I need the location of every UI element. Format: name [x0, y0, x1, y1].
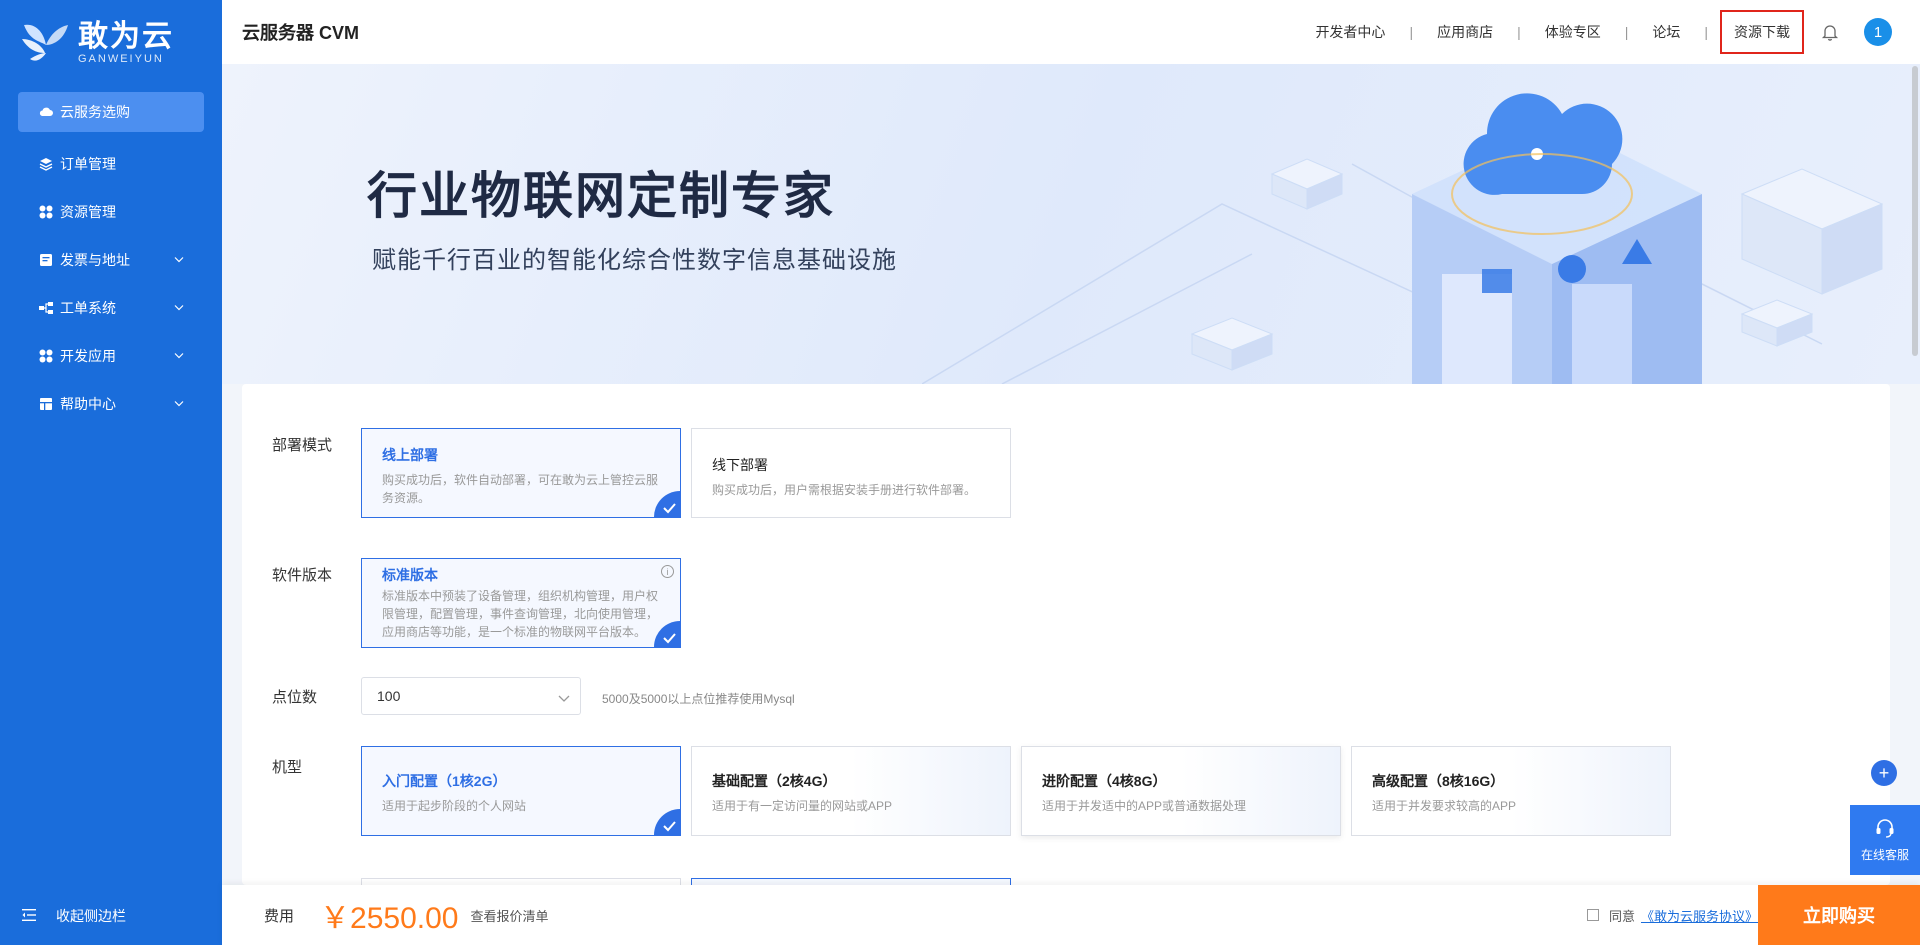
sidebar-nav: 云服务选购 订单管理 资源管理 发票与地址 工单系统 开发应用 帮助中心 [0, 92, 222, 428]
machine-option-entry[interactable]: 入门配置（1核2G） 适用于起步阶段的个人网站 [361, 746, 681, 836]
deploy-mode-label: 部署模式 [272, 437, 333, 454]
option-desc: 适用于有一定访问量的网站或APP [712, 799, 893, 813]
check-corner-icon [654, 621, 680, 647]
nav-experience-zone[interactable]: 体验专区 [1521, 22, 1625, 42]
points-select[interactable]: 100 [361, 677, 581, 715]
total-price: ￥2550.00 [320, 902, 459, 935]
check-corner-icon [654, 809, 680, 835]
deploy-option-offline[interactable]: 线下部署 购买成功后，用户需根据安装手册进行软件部署。 [691, 428, 1011, 518]
float-plus-button[interactable]: + [1871, 760, 1897, 786]
option-title: 基础配置（2核4G） [712, 773, 837, 789]
promo-banner: 行业物联网定制专家 赋能千行百业的智能化综合性数字信息基础设施 [222, 64, 1920, 384]
machine-option-premium[interactable]: 高级配置（8核16G） 适用于并发要求较高的APP [1351, 746, 1671, 836]
server-cloud-illustration [922, 93, 1884, 384]
option-title: 进阶配置（4核8G） [1042, 773, 1167, 789]
menu-fold-icon [22, 908, 36, 924]
sidebar-item-tickets[interactable]: 工单系统 [0, 284, 222, 332]
chevron-down-icon [174, 399, 184, 410]
purchase-bar: 费用 ￥2550.00 查看报价清单 同意 《敢为云服务协议》 立即购买 [222, 885, 1920, 945]
tree-icon [38, 300, 54, 316]
nav-developer-center[interactable]: 开发者中心 [1291, 22, 1409, 42]
nav-forum[interactable]: 论坛 [1628, 22, 1704, 42]
brand-name-en: GANWEIYUN [78, 52, 164, 65]
sidebar-item-label: 资源管理 [60, 204, 116, 220]
invoice-icon [38, 252, 54, 268]
collapse-sidebar-label: 收起侧边栏 [56, 908, 126, 924]
headset-icon [1874, 817, 1896, 842]
sidebar-item-help[interactable]: 帮助中心 [0, 380, 222, 428]
sidebar-item-label: 订单管理 [60, 156, 116, 172]
machine-label: 机型 [272, 759, 303, 776]
sidebar-item-cloud-purchase[interactable]: 云服务选购 [18, 92, 204, 132]
option-desc: 适用于起步阶段的个人网站 [382, 799, 527, 813]
sidebar-item-resources[interactable]: 资源管理 [0, 188, 222, 236]
banner-title: 行业物联网定制专家 [367, 168, 835, 224]
bell-icon[interactable] [1820, 22, 1840, 42]
option-title: 标准版本 [382, 567, 438, 583]
sidebar: 敢为云 GANWEIYUN 云服务选购 订单管理 资源管理 发票与地址 工单系统 [0, 0, 222, 945]
points-select-value: 100 [377, 688, 401, 704]
option-title: 线下部署 [712, 457, 768, 473]
cloud-icon [38, 104, 54, 120]
sidebar-item-label: 帮助中心 [60, 396, 116, 412]
sidebar-item-label: 云服务选购 [60, 104, 130, 120]
brand-logo[interactable]: 敢为云 GANWEIYUN [0, 0, 222, 85]
collapse-sidebar-button[interactable]: 收起侧边栏 [0, 887, 222, 945]
sidebar-item-orders[interactable]: 订单管理 [0, 140, 222, 188]
software-version-label: 软件版本 [272, 567, 333, 584]
nav-resource-download[interactable]: 资源下载 [1720, 10, 1804, 54]
points-hint: 5000及5000以上点位推荐使用Mysql [602, 692, 795, 706]
version-option-standard[interactable]: 标准版本 标准版本中预装了设备管理，组织机构管理，用户权限管理，配置管理，事件查… [361, 558, 681, 648]
chevron-down-icon [174, 255, 184, 266]
brand-name: 敢为云 [78, 19, 174, 53]
option-desc: 购买成功后，用户需根据安装手册进行软件部署。 [712, 483, 977, 497]
top-nav: 开发者中心 | 应用商店 | 体验专区 | 论坛 | 资源下载 1 [1291, 0, 1900, 64]
page-title: 云服务器 CVM [242, 23, 359, 43]
butterfly-logo-icon [20, 19, 72, 67]
info-icon[interactable]: i [661, 565, 674, 578]
sidebar-item-label: 发票与地址 [60, 252, 130, 268]
top-header: 云服务器 CVM 开发者中心 | 应用商店 | 体验专区 | 论坛 | 资源下载… [222, 0, 1920, 64]
option-desc: 适用于并发要求较高的APP [1372, 799, 1517, 813]
fee-label: 费用 [264, 907, 295, 925]
sidebar-item-dev-apps[interactable]: 开发应用 [0, 332, 222, 380]
service-agreement-link[interactable]: 《敢为云服务协议》 [1641, 906, 1758, 925]
chevron-down-icon [174, 303, 184, 314]
next-row-option-right[interactable] [691, 878, 1011, 885]
chevron-down-icon [174, 351, 184, 362]
chevron-down-icon [558, 690, 570, 706]
option-title: 入门配置（1核2G） [382, 773, 507, 789]
option-desc: 购买成功后，软件自动部署，可在敢为云上管控云服务资源。 [382, 473, 659, 505]
sidebar-item-invoice[interactable]: 发票与地址 [0, 236, 222, 284]
agree-prefix: 同意 [1608, 908, 1635, 924]
option-desc: 标准版本中预装了设备管理，组织机构管理，用户权限管理，配置管理，事件查询管理，北… [382, 589, 659, 639]
deploy-option-online[interactable]: 线上部署 购买成功后，软件自动部署，可在敢为云上管控云服务资源。 [361, 428, 681, 518]
banner-subtitle: 赋能千行百业的智能化综合性数字信息基础设施 [372, 247, 897, 274]
layers-icon [38, 156, 54, 172]
option-desc: 适用于并发适中的APP或普通数据处理 [1042, 799, 1247, 813]
nav-separator: | [1704, 24, 1708, 40]
apps-icon [38, 348, 54, 364]
view-quote-link[interactable]: 查看报价清单 [470, 906, 548, 925]
sidebar-item-label: 开发应用 [60, 348, 116, 364]
page-scrollbar[interactable] [1912, 66, 1918, 356]
points-label: 点位数 [272, 689, 318, 706]
online-service-button[interactable]: 在线客服 [1850, 805, 1920, 875]
option-title: 线上部署 [382, 447, 438, 463]
machine-option-advanced[interactable]: 进阶配置（4核8G） 适用于并发适中的APP或普通数据处理 [1021, 746, 1341, 836]
book-icon [38, 396, 54, 412]
buy-now-button[interactable]: 立即购买 [1758, 885, 1920, 945]
nav-app-store[interactable]: 应用商店 [1413, 22, 1517, 42]
avatar[interactable]: 1 [1864, 18, 1892, 46]
agreement: 同意 《敢为云服务协议》 [1586, 906, 1758, 925]
next-row-option-left[interactable] [361, 878, 681, 885]
agree-checkbox[interactable] [1586, 909, 1599, 921]
check-corner-icon [654, 491, 680, 517]
machine-option-basic[interactable]: 基础配置（2核4G） 适用于有一定访问量的网站或APP [691, 746, 1011, 836]
grid-icon [38, 204, 54, 220]
config-card: 部署模式 线上部署 购买成功后，软件自动部署，可在敢为云上管控云服务资源。 线下… [242, 384, 1890, 885]
sidebar-item-label: 工单系统 [60, 300, 116, 316]
option-title: 高级配置（8核16G） [1372, 773, 1505, 789]
online-service-label: 在线客服 [1860, 848, 1909, 862]
